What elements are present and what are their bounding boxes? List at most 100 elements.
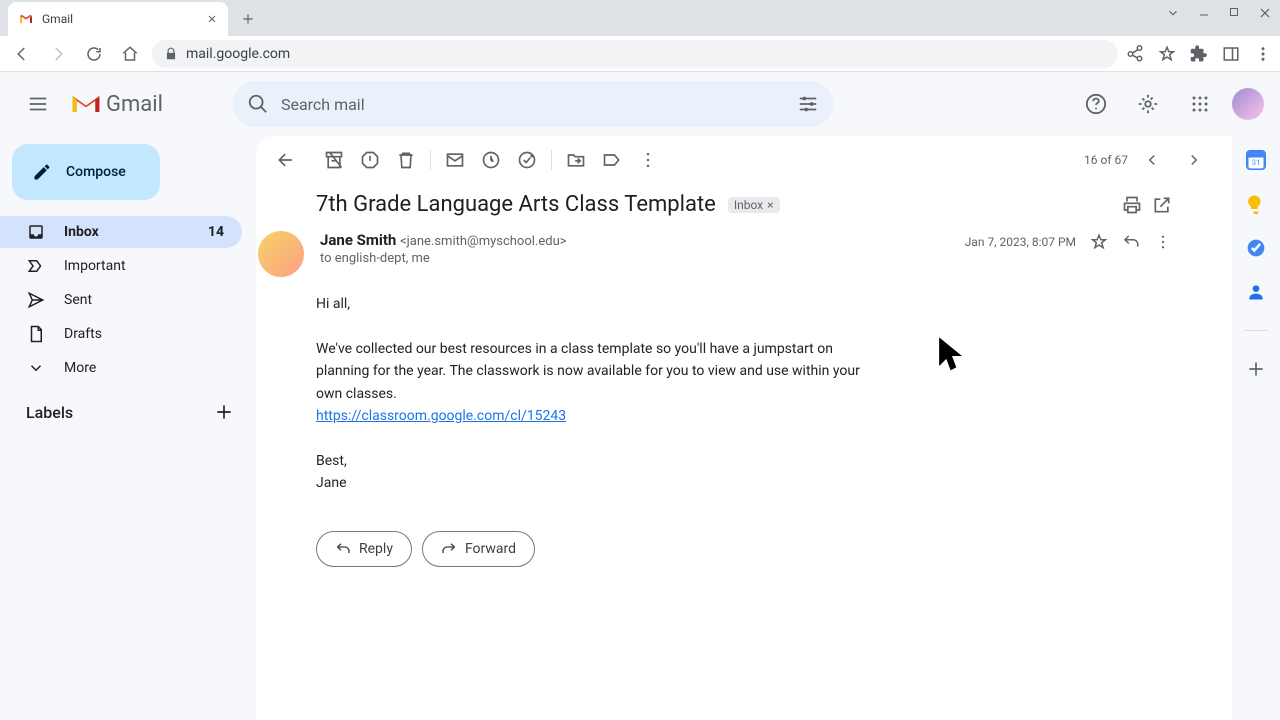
calendar-app-icon[interactable]: 31: [1246, 150, 1266, 170]
star-message-button[interactable]: [1090, 233, 1108, 251]
inbox-count: 14: [208, 224, 224, 240]
open-new-window-button[interactable]: [1152, 195, 1172, 215]
lock-icon: [164, 47, 178, 61]
classroom-link[interactable]: https://classroom.google.com/cl/15243: [316, 408, 566, 424]
sidebar-item-label: More: [64, 360, 96, 376]
sidebar-item-label: Sent: [64, 292, 92, 308]
apps-button[interactable]: [1180, 84, 1220, 124]
gmail-app: Gmail Compose Inbox 14: [0, 72, 1280, 720]
inbox-icon: [26, 223, 46, 241]
svg-text:31: 31: [1252, 158, 1260, 167]
tasks-app-icon[interactable]: [1246, 238, 1266, 258]
search-options-icon[interactable]: [797, 93, 819, 115]
inbox-label-chip[interactable]: Inbox×: [728, 197, 780, 213]
older-button[interactable]: [1176, 142, 1212, 178]
sidebar-item-important[interactable]: Important: [0, 250, 242, 282]
address-bar[interactable]: mail.google.com: [152, 40, 1118, 68]
url-text: mail.google.com: [186, 46, 290, 62]
extensions-icon[interactable]: [1190, 45, 1208, 63]
archive-button[interactable]: [316, 142, 352, 178]
print-button[interactable]: [1122, 195, 1142, 215]
forward-button[interactable]: [44, 40, 72, 68]
minimize-icon[interactable]: [1198, 6, 1210, 20]
pencil-icon: [32, 162, 52, 182]
report-spam-button[interactable]: [352, 142, 388, 178]
contacts-app-icon[interactable]: [1246, 282, 1266, 302]
star-icon[interactable]: [1158, 45, 1176, 63]
keep-app-icon[interactable]: [1246, 194, 1266, 214]
maximize-icon[interactable]: [1228, 6, 1240, 20]
sidebar-item-label: Drafts: [64, 326, 102, 342]
labels-button[interactable]: [594, 142, 630, 178]
back-to-inbox-button[interactable]: [268, 142, 304, 178]
sender-avatar[interactable]: [258, 231, 304, 277]
delete-button[interactable]: [388, 142, 424, 178]
app-header: Gmail: [0, 72, 1280, 136]
forward-icon: [441, 541, 457, 557]
reply-icon: [335, 541, 351, 557]
sidebar-item-label: Important: [64, 258, 126, 274]
tab-bar: Gmail: [0, 0, 1280, 36]
sidebar-item-sent[interactable]: Sent: [0, 284, 242, 316]
close-icon[interactable]: [1258, 6, 1272, 20]
window-controls: [1166, 6, 1272, 20]
new-tab-button[interactable]: [234, 5, 262, 33]
sidebar-item-more[interactable]: More: [0, 352, 242, 384]
home-button[interactable]: [116, 40, 144, 68]
gmail-favicon-icon: [18, 11, 34, 27]
recipients-line[interactable]: to english-dept, me: [320, 251, 949, 266]
add-app-button[interactable]: [1246, 359, 1266, 379]
important-icon: [26, 257, 46, 275]
drafts-icon: [26, 325, 46, 343]
sidebar-item-label: Inbox: [64, 224, 99, 240]
browser-tab[interactable]: Gmail: [8, 2, 228, 36]
chevron-down-icon: [26, 359, 46, 377]
sender-row: Jane Smith <jane.smith@myschool.edu> to …: [256, 231, 1172, 277]
compose-label: Compose: [66, 164, 126, 180]
add-to-tasks-button[interactable]: [509, 142, 545, 178]
main-menu-button[interactable]: [16, 82, 60, 126]
sidebar-item-drafts[interactable]: Drafts: [0, 318, 242, 350]
sidebar: Compose Inbox 14 Important Sent Drafts: [0, 136, 256, 720]
browser-chrome: Gmail mail.google.com: [0, 0, 1280, 72]
share-icon[interactable]: [1126, 45, 1144, 63]
chrome-menu-icon[interactable]: [1254, 45, 1272, 63]
pager-text: 16 of 67: [1084, 153, 1128, 167]
support-button[interactable]: [1076, 84, 1116, 124]
back-button[interactable]: [8, 40, 36, 68]
url-bar: mail.google.com: [0, 36, 1280, 72]
reply-icon-button[interactable]: [1122, 233, 1140, 251]
side-panel-icon[interactable]: [1222, 45, 1240, 63]
reply-button[interactable]: Reply: [316, 531, 412, 567]
sidebar-item-inbox[interactable]: Inbox 14: [0, 216, 242, 248]
mark-unread-button[interactable]: [437, 142, 473, 178]
forward-button[interactable]: Forward: [422, 531, 535, 567]
app-body: Compose Inbox 14 Important Sent Drafts: [0, 136, 1280, 720]
newer-button[interactable]: [1134, 142, 1170, 178]
message-date: Jan 7, 2023, 8:07 PM: [965, 235, 1076, 249]
search-icon: [247, 93, 269, 115]
remove-label-icon[interactable]: ×: [767, 198, 773, 212]
tab-close-icon[interactable]: [206, 13, 218, 25]
labels-text: Labels: [26, 403, 73, 422]
move-to-button[interactable]: [558, 142, 594, 178]
sender-name-line: Jane Smith <jane.smith@myschool.edu>: [320, 231, 949, 249]
message-body: Hi all, We've collected our best resourc…: [316, 293, 876, 495]
tab-title: Gmail: [42, 12, 73, 26]
sent-icon: [26, 291, 46, 309]
more-actions-button[interactable]: [630, 142, 666, 178]
search-bar[interactable]: [233, 81, 833, 127]
compose-button[interactable]: Compose: [12, 144, 160, 200]
account-avatar[interactable]: [1232, 88, 1264, 120]
add-label-button[interactable]: [214, 402, 234, 422]
logo-text: Gmail: [106, 92, 163, 117]
search-input[interactable]: [281, 95, 785, 114]
message-toolbar: 16 of 67: [256, 136, 1232, 184]
snooze-button[interactable]: [473, 142, 509, 178]
chevron-down-icon[interactable]: [1166, 6, 1180, 20]
message-more-button[interactable]: [1154, 233, 1172, 251]
side-panel: 31: [1232, 136, 1280, 720]
settings-button[interactable]: [1128, 84, 1168, 124]
gmail-logo[interactable]: Gmail: [70, 90, 163, 118]
reload-button[interactable]: [80, 40, 108, 68]
